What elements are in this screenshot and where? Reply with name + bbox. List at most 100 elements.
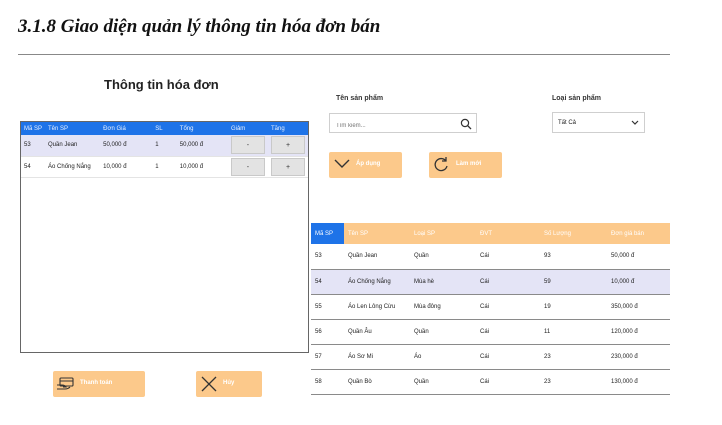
apply-button-label: Áp dụng xyxy=(356,161,381,167)
cart-cell-tong: 10,000 đ xyxy=(176,156,228,178)
product-cell-loai: Quần xyxy=(410,244,476,270)
cart-cell-ten: Quần Jean xyxy=(45,135,101,157)
cart-cell-tong: 50,000 đ xyxy=(176,135,228,157)
product-row[interactable]: 56 Quần Âu Quần Cái 11 120,000 đ xyxy=(311,319,670,345)
product-cell-ma: 57 xyxy=(311,344,344,370)
refresh-icon xyxy=(432,156,450,176)
cart-cell-sl: 1 xyxy=(152,156,177,178)
product-cell-gia: 130,000 đ xyxy=(607,369,670,395)
cart-header-row: Mã SP Tên SP Đơn Giá SL Tổng Giảm Tăng xyxy=(21,122,308,135)
refresh-button[interactable]: Làm mới xyxy=(429,152,502,178)
product-cell-sl: 59 xyxy=(540,269,607,295)
product-cell-ma: 58 xyxy=(311,369,344,395)
product-cell-gia: 350,000 đ xyxy=(607,294,670,320)
product-cell-gia: 10,000 đ xyxy=(607,269,670,295)
product-cell-gia: 50,000 đ xyxy=(607,244,670,270)
cart-cell-ma: 54 xyxy=(21,156,46,178)
cart-cell-giam: - xyxy=(227,135,268,157)
cart-cell-gia: 50,000 đ xyxy=(100,135,153,157)
product-cell-gia: 120,000 đ xyxy=(607,319,670,345)
cart-cell-ten: Áo Chống Nắng xyxy=(45,156,101,178)
cart-panel: Mã SP Tên SP Đơn Giá SL Tổng Giảm Tăng 5… xyxy=(20,121,309,353)
heading-rule xyxy=(18,54,670,55)
cart-col-header[interactable]: Giảm xyxy=(227,122,268,135)
product-cell-dvt: Cái xyxy=(476,294,540,320)
category-select[interactable]: Tất Cả xyxy=(552,112,645,133)
search-input[interactable] xyxy=(330,117,450,135)
payment-icon xyxy=(56,376,76,394)
cart-row[interactable]: 54 Áo Chống Nắng 10,000 đ 1 10,000 đ - + xyxy=(21,156,308,178)
product-col-header[interactable]: Loại SP xyxy=(410,223,476,244)
product-col-header[interactable]: ĐVT xyxy=(476,223,540,244)
pay-button[interactable]: Thanh toán xyxy=(53,371,145,397)
product-cell-loai: Quần xyxy=(410,319,476,345)
cart-col-header[interactable]: Tăng xyxy=(268,122,308,135)
cart-col-header[interactable]: Tổng xyxy=(176,122,228,135)
product-row[interactable]: 58 Quần Bò Quần Cái 23 130,000 đ xyxy=(311,369,670,395)
category-label: Loại sản phẩm xyxy=(552,95,602,102)
product-cell-loai: Mùa đông xyxy=(410,294,476,320)
decrease-qty-button[interactable]: - xyxy=(230,157,265,176)
cart-row[interactable]: 53 Quần Jean 50,000 đ 1 50,000 đ - + xyxy=(21,135,308,157)
cart-table: Mã SP Tên SP Đơn Giá SL Tổng Giảm Tăng 5… xyxy=(21,122,308,178)
increase-qty-button[interactable]: + xyxy=(271,136,305,155)
cart-cell-giam: - xyxy=(227,156,268,178)
cart-col-header[interactable]: SL xyxy=(152,122,177,135)
cart-col-header[interactable]: Đơn Giá xyxy=(100,122,153,135)
cart-cell-gia: 10,000 đ xyxy=(100,156,153,178)
product-cell-sl: 93 xyxy=(540,244,607,270)
search-box xyxy=(329,113,477,135)
cart-col-header[interactable]: Mã SP xyxy=(21,122,46,135)
product-cell-loai: Áo xyxy=(410,344,476,370)
cart-title: Thông tin hóa đơn xyxy=(104,77,219,92)
product-cell-ten: Quần Âu xyxy=(344,319,410,345)
product-cell-ma: 53 xyxy=(311,244,344,270)
increase-qty-button[interactable]: + xyxy=(271,157,305,176)
chevron-down-icon xyxy=(631,114,639,140)
product-row[interactable]: 55 Áo Len Lông Cừu Mùa đông Cái 19 350,0… xyxy=(311,294,670,320)
product-col-header[interactable]: Mã SP xyxy=(311,223,344,244)
product-row[interactable]: 53 Quần Jean Quần Cái 93 50,000 đ xyxy=(311,244,670,270)
product-cell-ten: Quần Jean xyxy=(344,244,410,270)
cancel-button-label: Hủy xyxy=(223,380,235,386)
product-panel: Mã SP Tên SP Loại SP ĐVT Số Lượng Đơn gi… xyxy=(311,223,670,395)
product-cell-dvt: Cái xyxy=(476,244,540,270)
product-col-header[interactable]: Số Lượng xyxy=(540,223,607,244)
product-cell-loai: Quần xyxy=(410,369,476,395)
product-cell-sl: 19 xyxy=(540,294,607,320)
product-cell-sl: 23 xyxy=(540,369,607,395)
cart-cell-sl: 1 xyxy=(152,135,177,157)
product-cell-ten: Áo Sơ Mi xyxy=(344,344,410,370)
category-select-value: Tất Cả xyxy=(558,120,577,126)
product-cell-ma: 54 xyxy=(311,269,344,295)
cart-col-header[interactable]: Tên SP xyxy=(45,122,101,135)
cart-cell-ma: 53 xyxy=(21,135,46,157)
product-cell-ma: 56 xyxy=(311,319,344,345)
product-cell-ma: 55 xyxy=(311,294,344,320)
product-cell-dvt: Cái xyxy=(476,269,540,295)
product-cell-ten: Áo Len Lông Cừu xyxy=(344,294,410,320)
product-name-label: Tên sản phẩm xyxy=(336,95,384,102)
decrease-qty-button[interactable]: - xyxy=(230,136,265,155)
cart-cell-tang: + xyxy=(268,156,308,178)
product-cell-loai: Mùa hè xyxy=(410,269,476,295)
product-row[interactable]: 54 Áo Chống Nắng Mùa hè Cái 59 10,000 đ xyxy=(311,269,670,295)
product-col-header[interactable]: Đơn giá bán xyxy=(607,223,670,244)
product-cell-ten: Áo Chống Nắng xyxy=(344,269,410,295)
chevron-down-icon xyxy=(333,157,351,173)
product-cell-dvt: Cái xyxy=(476,344,540,370)
product-col-header[interactable]: Tên SP xyxy=(344,223,410,244)
product-cell-ten: Quần Bò xyxy=(344,369,410,395)
pay-button-label: Thanh toán xyxy=(80,380,113,386)
refresh-button-label: Làm mới xyxy=(456,161,482,167)
apply-button[interactable]: Áp dụng xyxy=(329,152,402,178)
product-cell-sl: 23 xyxy=(540,344,607,370)
product-cell-dvt: Cái xyxy=(476,319,540,345)
cancel-button[interactable]: Hủy xyxy=(196,371,262,397)
product-row[interactable]: 57 Áo Sơ Mi Áo Cái 23 230,000 đ xyxy=(311,344,670,370)
product-cell-sl: 11 xyxy=(540,319,607,345)
search-icon[interactable] xyxy=(460,117,472,135)
product-cell-gia: 230,000 đ xyxy=(607,344,670,370)
product-table: Mã SP Tên SP Loại SP ĐVT Số Lượng Đơn gi… xyxy=(311,223,670,395)
product-header-row: Mã SP Tên SP Loại SP ĐVT Số Lượng Đơn gi… xyxy=(311,223,670,244)
